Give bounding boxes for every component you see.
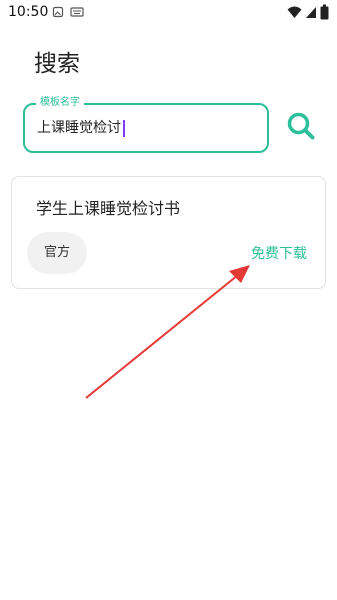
- template-name-field[interactable]: 模板名字 上课睡觉检讨: [23, 96, 269, 153]
- free-download-button[interactable]: 免费下载: [251, 243, 307, 263]
- search-icon[interactable]: [285, 110, 317, 142]
- page-title: 搜索: [34, 51, 80, 77]
- annotation-arrow: [85, 265, 250, 399]
- image-icon: [52, 6, 64, 18]
- battery-icon: [320, 4, 329, 20]
- signal-icon: [306, 7, 316, 18]
- text-cursor: [123, 119, 125, 137]
- wifi-icon: [287, 6, 302, 18]
- template-name-label: 模板名字: [36, 96, 84, 110]
- status-bar: 10:50: [0, 0, 337, 26]
- search-input-value: 上课睡觉检讨: [37, 120, 121, 136]
- result-title: 学生上课睡觉检讨书: [36, 199, 181, 218]
- search-input[interactable]: 上课睡觉检讨: [37, 118, 125, 138]
- official-tag: 官方: [27, 232, 87, 274]
- keyboard-icon: [70, 7, 84, 17]
- status-time: 10:50: [8, 4, 49, 20]
- result-card[interactable]: 学生上课睡觉检讨书 官方 免费下载: [11, 176, 326, 289]
